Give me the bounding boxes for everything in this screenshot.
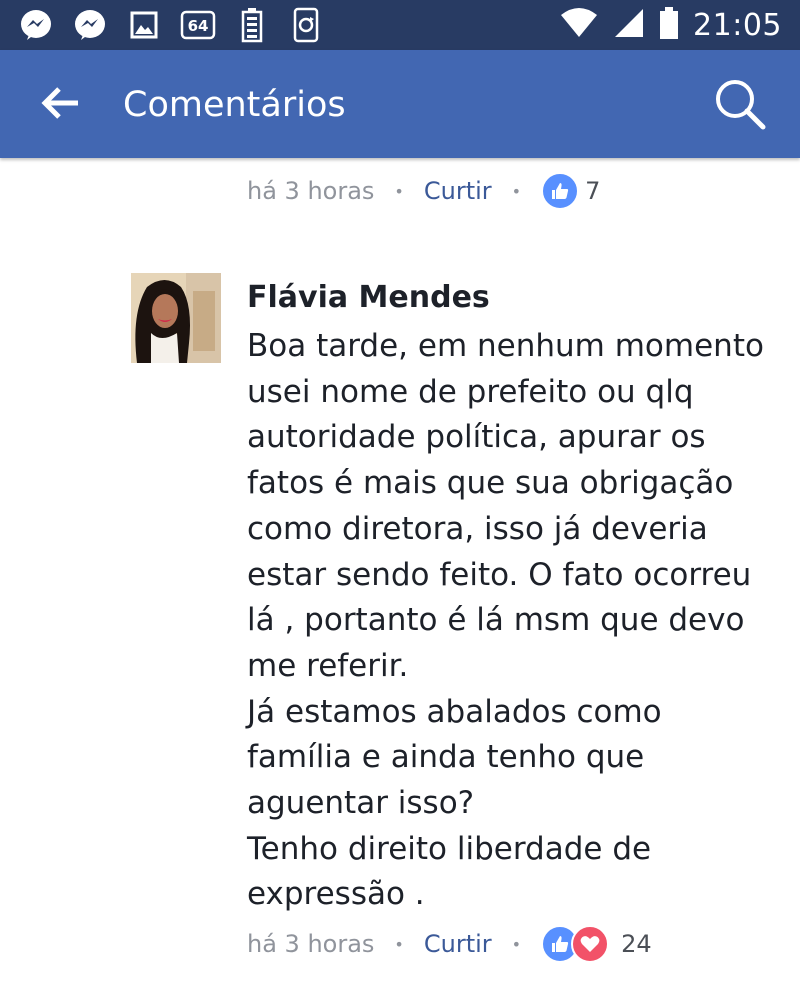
separator-dot: •	[394, 934, 404, 954]
comment-time: há 3 horas	[247, 177, 375, 205]
comment-line: lá , portanto é lá msm que devo	[247, 602, 745, 639]
notification-icons: 64	[18, 7, 324, 43]
separator-dot: •	[394, 181, 404, 201]
reaction-count[interactable]: 7	[585, 177, 600, 205]
battery-icon	[659, 6, 679, 44]
gallery-icon	[126, 7, 162, 43]
comment-line: usei nome de prefeito ou qlq	[247, 373, 694, 410]
battery-saver-icon	[234, 7, 270, 43]
comment-line: me referir.	[247, 647, 409, 684]
sync-icon	[288, 7, 324, 43]
clock: 21:05	[693, 7, 782, 43]
comment-line: Boa tarde, em nenhum momento	[247, 328, 764, 364]
badge-count: 64	[188, 17, 209, 35]
badge-64-icon: 64	[180, 7, 216, 43]
search-icon	[713, 77, 767, 135]
previous-comment-meta: há 3 horas • Curtir • 7	[247, 172, 600, 210]
comment-line: como diretora, isso já deveria	[247, 510, 708, 547]
comment-meta: há 3 horas • Curtir • 24	[247, 925, 652, 963]
comment-line: aguentar isso?	[247, 785, 475, 822]
app-bar: Comentários	[0, 50, 800, 158]
avatar[interactable]	[131, 273, 221, 363]
reaction-count[interactable]: 24	[621, 930, 652, 958]
comment-line: estar sendo feito. O fato ocorreu	[247, 556, 752, 593]
arrow-left-icon	[40, 86, 80, 124]
like-button[interactable]: Curtir	[424, 177, 492, 205]
search-button[interactable]	[710, 76, 770, 136]
comment-line: Já estamos abalados como	[247, 693, 662, 730]
separator-dot: •	[511, 181, 522, 201]
comment-author[interactable]: Flávia Mendes	[247, 280, 490, 315]
love-reaction-icon[interactable]	[571, 925, 610, 963]
signal-icon	[613, 7, 645, 43]
wifi-icon	[559, 7, 599, 43]
system-icons: 21:05	[559, 0, 782, 50]
comment-time: há 3 horas	[247, 930, 375, 958]
back-button[interactable]	[30, 80, 90, 130]
like-reaction-icon[interactable]	[541, 172, 580, 210]
comment-line: expressão .	[247, 876, 425, 913]
comment-line: família e ainda tenho que	[247, 739, 645, 776]
messenger-icon	[18, 7, 54, 43]
comment-line: Tenho direito liberdade de	[247, 830, 652, 867]
page-title: Comentários	[123, 85, 346, 125]
status-bar: 64 21:05	[0, 0, 800, 50]
like-button[interactable]: Curtir	[424, 930, 492, 958]
comment-line: fatos é mais que sua obrigação	[247, 465, 734, 502]
comment-line: autoridade política, apurar os	[247, 419, 706, 456]
messenger-icon	[72, 7, 108, 43]
comment-body: Boa tarde, em nenhum momento usei nome d…	[247, 324, 787, 918]
separator-dot: •	[511, 934, 522, 954]
